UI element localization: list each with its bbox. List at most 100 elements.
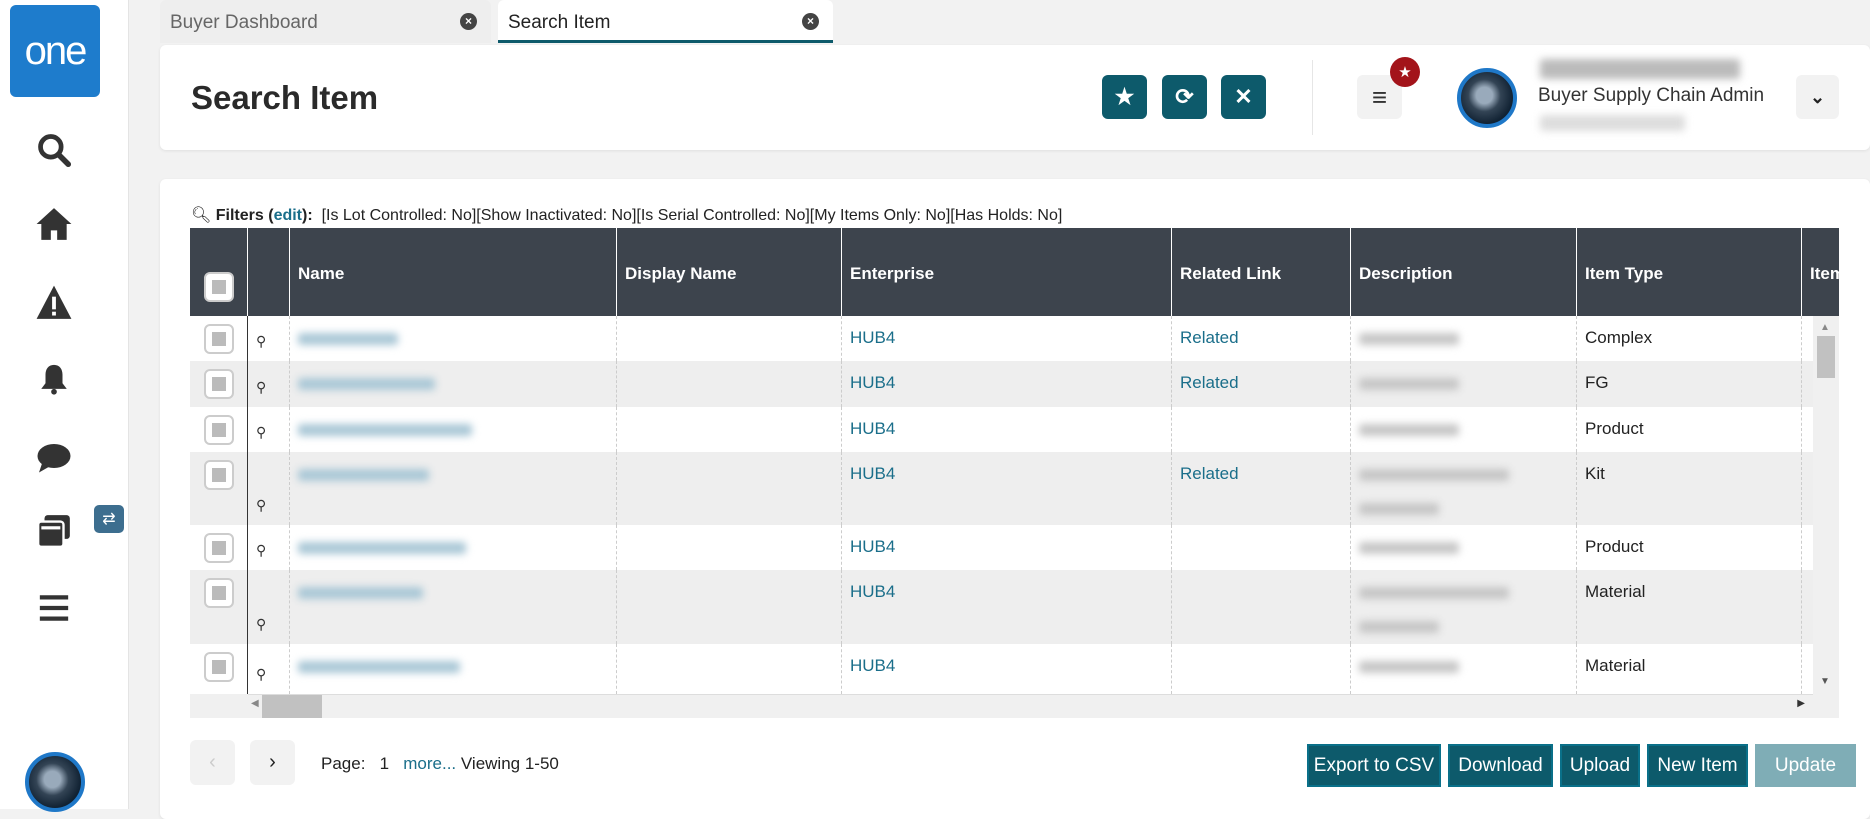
- close-tab-icon[interactable]: ×: [802, 13, 819, 30]
- tab-search-item[interactable]: Search Item ×: [498, 0, 833, 43]
- row-checkbox[interactable]: [204, 369, 234, 399]
- refresh-button[interactable]: ⟳: [1162, 75, 1207, 119]
- item-details-icon[interactable]: ⚲: [248, 570, 290, 644]
- column-header[interactable]: Name: [290, 228, 617, 316]
- row-checkbox[interactable]: [204, 415, 234, 445]
- row-checkbox[interactable]: [204, 652, 234, 682]
- name-redacted[interactable]: [298, 424, 472, 436]
- item-type-cell: Material: [1577, 570, 1802, 644]
- horizontal-scrollbar[interactable]: ◀ ▶: [248, 694, 1813, 718]
- name-redacted[interactable]: [298, 661, 460, 673]
- item-details-icon[interactable]: ⚲: [248, 361, 290, 407]
- enterprise-link[interactable]: HUB4: [842, 525, 1172, 570]
- export-csv-button[interactable]: Export to CSV: [1307, 744, 1441, 787]
- row-checkbox[interactable]: [204, 578, 234, 608]
- column-header[interactable]: Display Name: [617, 228, 842, 316]
- name-redacted[interactable]: [298, 333, 398, 345]
- item-type-cell: Kit: [1577, 452, 1802, 525]
- name-redacted[interactable]: [298, 542, 466, 554]
- column-header[interactable]: Item Type: [1577, 228, 1802, 316]
- enterprise-link[interactable]: HUB4: [842, 361, 1172, 407]
- item-details-icon[interactable]: ⚲: [248, 525, 290, 570]
- tab-label: Buyer Dashboard: [170, 12, 318, 33]
- windows-icon[interactable]: [34, 511, 74, 551]
- user-avatar[interactable]: [25, 752, 85, 812]
- display-name-cell: [617, 525, 842, 570]
- tab-buyer-dashboard[interactable]: Buyer Dashboard ×: [160, 0, 491, 43]
- name-redacted[interactable]: [298, 587, 423, 599]
- display-name-cell: [617, 316, 842, 361]
- tab-label: Search Item: [508, 12, 611, 33]
- close-button[interactable]: ✕: [1221, 75, 1266, 119]
- column-header[interactable]: Related Link: [1172, 228, 1351, 316]
- related-link[interactable]: [1172, 525, 1351, 570]
- select-cell: [190, 570, 248, 644]
- enterprise-link[interactable]: HUB4: [842, 316, 1172, 361]
- more-pages-link[interactable]: more...: [403, 754, 456, 773]
- description-redacted: [1359, 378, 1459, 390]
- enterprise-link[interactable]: HUB4: [842, 570, 1172, 644]
- column-header[interactable]: Item: [1802, 228, 1839, 316]
- menu-icon[interactable]: [34, 588, 74, 628]
- select-cell: [190, 407, 248, 452]
- row-checkbox[interactable]: [204, 460, 234, 490]
- enterprise-link[interactable]: HUB4: [842, 644, 1172, 694]
- name-cell[interactable]: [290, 361, 617, 407]
- name-cell[interactable]: [290, 316, 617, 361]
- item-details-icon[interactable]: ⚲: [248, 407, 290, 452]
- name-cell[interactable]: [290, 570, 617, 644]
- name-cell[interactable]: [290, 644, 617, 694]
- name-cell[interactable]: [290, 407, 617, 452]
- table-row[interactable]: ⚲ HUB4 Material: [190, 570, 1813, 644]
- favorite-button[interactable]: ★: [1102, 75, 1147, 119]
- close-tab-icon[interactable]: ×: [460, 13, 477, 30]
- update-button[interactable]: Update: [1755, 744, 1856, 787]
- table-row[interactable]: ⚲ HUB4 Product: [190, 407, 1813, 452]
- upload-button[interactable]: Upload: [1560, 744, 1640, 787]
- related-link[interactable]: [1172, 570, 1351, 644]
- download-button[interactable]: Download: [1448, 744, 1553, 787]
- prev-page-button[interactable]: ‹: [190, 740, 235, 785]
- select-all-checkbox[interactable]: [204, 272, 234, 302]
- name-redacted[interactable]: [298, 469, 429, 481]
- home-icon[interactable]: [34, 204, 74, 244]
- warning-icon[interactable]: [34, 283, 74, 323]
- chat-icon[interactable]: [34, 439, 74, 479]
- search-icon[interactable]: [34, 130, 74, 170]
- user-avatar[interactable]: [1457, 68, 1517, 128]
- table-row[interactable]: ⚲ HUB4 Related Kit: [190, 452, 1813, 525]
- item-details-icon[interactable]: ⚲: [248, 316, 290, 361]
- description-redacted: [1359, 661, 1459, 673]
- item-details-icon[interactable]: ⚲: [248, 452, 290, 525]
- description-redacted: [1359, 469, 1509, 481]
- table-row[interactable]: ⚲ HUB4 Material: [190, 644, 1813, 694]
- new-item-button[interactable]: New Item: [1647, 744, 1748, 787]
- name-cell[interactable]: [290, 525, 617, 570]
- edit-filters-link[interactable]: edit: [274, 207, 302, 224]
- related-link[interactable]: [1172, 644, 1351, 694]
- table-row[interactable]: ⚲ HUB4 Related FG: [190, 361, 1813, 407]
- name-cell[interactable]: [290, 452, 617, 525]
- column-header[interactable]: Enterprise: [842, 228, 1172, 316]
- bell-icon[interactable]: [34, 359, 74, 399]
- related-link[interactable]: Related: [1172, 316, 1351, 361]
- items-table: Name Display Name Enterprise Related Link De…: [190, 228, 1839, 718]
- favorites-badge-icon[interactable]: ★: [1390, 57, 1420, 87]
- related-link[interactable]: Related: [1172, 361, 1351, 407]
- related-link[interactable]: [1172, 407, 1351, 452]
- item-details-icon[interactable]: ⚲: [248, 644, 290, 694]
- enterprise-link[interactable]: HUB4: [842, 407, 1172, 452]
- vertical-scrollbar[interactable]: ▲ ▼: [1813, 316, 1839, 694]
- table-row[interactable]: ⚲ HUB4 Product: [190, 525, 1813, 570]
- related-link[interactable]: Related: [1172, 452, 1351, 525]
- table-row[interactable]: ⚲ HUB4 Related Complex: [190, 316, 1813, 361]
- enterprise-link[interactable]: HUB4: [842, 452, 1172, 525]
- next-page-button[interactable]: ›: [250, 740, 295, 785]
- column-header[interactable]: Description: [1351, 228, 1577, 316]
- user-menu-chevron-down-icon[interactable]: ⌄: [1796, 75, 1839, 119]
- name-redacted[interactable]: [298, 378, 435, 390]
- row-checkbox[interactable]: [204, 324, 234, 354]
- row-checkbox[interactable]: [204, 533, 234, 563]
- swap-icon[interactable]: ⇄: [94, 505, 124, 533]
- app-logo[interactable]: one: [10, 5, 100, 97]
